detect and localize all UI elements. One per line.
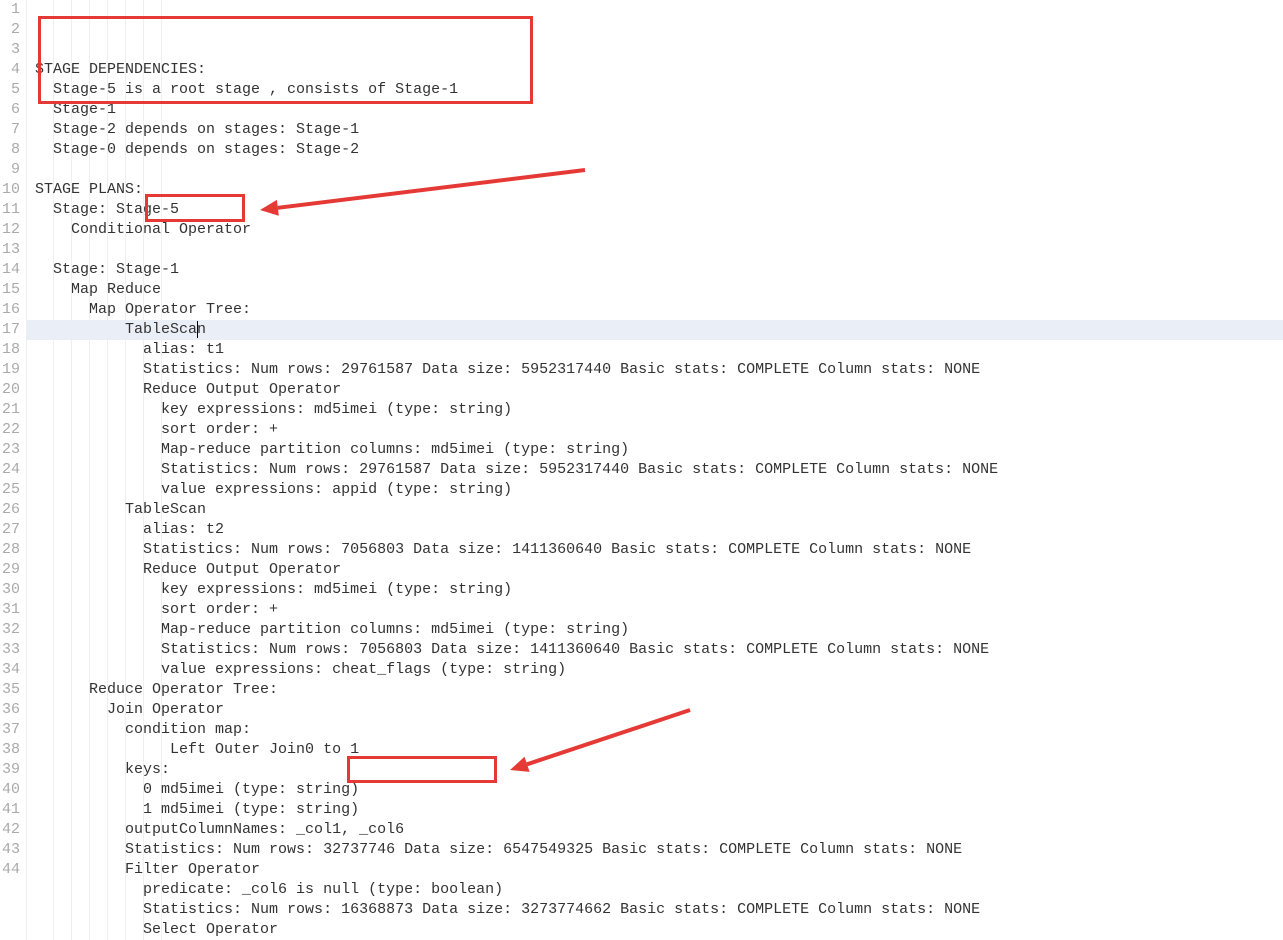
- code-line[interactable]: STAGE PLANS:: [27, 180, 1283, 200]
- code-line[interactable]: predicate: _col6 is null (type: boolean): [27, 880, 1283, 900]
- line-number: 4: [2, 60, 20, 80]
- line-number: 3: [2, 40, 20, 60]
- code-line[interactable]: Reduce Output Operator: [27, 560, 1283, 580]
- line-number: 29: [2, 560, 20, 580]
- line-number: 27: [2, 520, 20, 540]
- line-number: 23: [2, 440, 20, 460]
- line-number: 36: [2, 700, 20, 720]
- code-line[interactable]: Stage: Stage-5: [27, 200, 1283, 220]
- line-number: 42: [2, 820, 20, 840]
- line-number: 30: [2, 580, 20, 600]
- code-line[interactable]: Conditional Operator: [27, 220, 1283, 240]
- line-number: 44: [2, 860, 20, 880]
- line-number: 5: [2, 80, 20, 100]
- code-editor: 1234567891011121314151617181920212223242…: [0, 0, 1283, 940]
- line-number: 6: [2, 100, 20, 120]
- line-number: 43: [2, 840, 20, 860]
- line-number: 24: [2, 460, 20, 480]
- code-line[interactable]: Stage-1: [27, 100, 1283, 120]
- code-line[interactable]: Map Reduce: [27, 280, 1283, 300]
- code-line[interactable]: key expressions: md5imei (type: string): [27, 400, 1283, 420]
- code-line[interactable]: TableScan: [27, 500, 1283, 520]
- line-number: 40: [2, 780, 20, 800]
- code-line[interactable]: Join Operator: [27, 700, 1283, 720]
- code-line[interactable]: Stage: Stage-1: [27, 260, 1283, 280]
- line-number: 11: [2, 200, 20, 220]
- code-line[interactable]: sort order: +: [27, 600, 1283, 620]
- code-line[interactable]: condition map:: [27, 720, 1283, 740]
- line-number: 18: [2, 340, 20, 360]
- line-number: 26: [2, 500, 20, 520]
- code-line[interactable]: Filter Operator: [27, 860, 1283, 880]
- line-number-gutter: 1234567891011121314151617181920212223242…: [0, 0, 27, 940]
- code-line[interactable]: value expressions: appid (type: string): [27, 480, 1283, 500]
- code-line[interactable]: alias: t1: [27, 340, 1283, 360]
- line-number: 35: [2, 680, 20, 700]
- code-line[interactable]: Stage-2 depends on stages: Stage-1: [27, 120, 1283, 140]
- line-number: 17: [2, 320, 20, 340]
- code-line[interactable]: Statistics: Num rows: 7056803 Data size:…: [27, 540, 1283, 560]
- line-number: 28: [2, 540, 20, 560]
- text-caret: [197, 321, 198, 338]
- code-line[interactable]: Stage-0 depends on stages: Stage-2: [27, 140, 1283, 160]
- line-number: 1: [2, 0, 20, 20]
- code-line[interactable]: Statistics: Num rows: 16368873 Data size…: [27, 900, 1283, 920]
- line-number: 25: [2, 480, 20, 500]
- line-number: 9: [2, 160, 20, 180]
- code-line[interactable]: key expressions: md5imei (type: string): [27, 580, 1283, 600]
- code-line[interactable]: Left Outer Join0 to 1: [27, 740, 1283, 760]
- line-number: 15: [2, 280, 20, 300]
- code-line[interactable]: 0 md5imei (type: string): [27, 780, 1283, 800]
- line-number: 16: [2, 300, 20, 320]
- code-line[interactable]: Statistics: Num rows: 32737746 Data size…: [27, 840, 1283, 860]
- line-number: 8: [2, 140, 20, 160]
- line-number: 14: [2, 260, 20, 280]
- line-number: 39: [2, 760, 20, 780]
- line-number: 19: [2, 360, 20, 380]
- code-line[interactable]: Map-reduce partition columns: md5imei (t…: [27, 440, 1283, 460]
- line-number: 41: [2, 800, 20, 820]
- line-number: 20: [2, 380, 20, 400]
- line-number: 2: [2, 20, 20, 40]
- line-number: 7: [2, 120, 20, 140]
- line-number: 10: [2, 180, 20, 200]
- code-area[interactable]: STAGE DEPENDENCIES: Stage-5 is a root st…: [27, 0, 1283, 940]
- code-line[interactable]: STAGE DEPENDENCIES:: [27, 60, 1283, 80]
- code-line[interactable]: [27, 160, 1283, 180]
- code-line[interactable]: 1 md5imei (type: string): [27, 800, 1283, 820]
- code-line[interactable]: outputColumnNames: _col1, _col6: [27, 820, 1283, 840]
- line-number: 22: [2, 420, 20, 440]
- code-line[interactable]: Statistics: Num rows: 29761587 Data size…: [27, 360, 1283, 380]
- code-line[interactable]: sort order: +: [27, 420, 1283, 440]
- code-line[interactable]: Statistics: Num rows: 29761587 Data size…: [27, 460, 1283, 480]
- line-number: 37: [2, 720, 20, 740]
- code-line[interactable]: Reduce Operator Tree:: [27, 680, 1283, 700]
- line-number: 21: [2, 400, 20, 420]
- code-line[interactable]: TableScan: [27, 320, 1283, 340]
- code-line[interactable]: value expressions: cheat_flags (type: st…: [27, 660, 1283, 680]
- code-line[interactable]: Stage-5 is a root stage , consists of St…: [27, 80, 1283, 100]
- code-line[interactable]: Reduce Output Operator: [27, 380, 1283, 400]
- line-number: 33: [2, 640, 20, 660]
- line-number: 13: [2, 240, 20, 260]
- line-number: 32: [2, 620, 20, 640]
- code-line[interactable]: Select Operator: [27, 920, 1283, 940]
- code-line[interactable]: [27, 240, 1283, 260]
- line-number: 12: [2, 220, 20, 240]
- line-number: 38: [2, 740, 20, 760]
- code-line[interactable]: keys:: [27, 760, 1283, 780]
- line-number: 34: [2, 660, 20, 680]
- code-line[interactable]: Map-reduce partition columns: md5imei (t…: [27, 620, 1283, 640]
- code-line[interactable]: Statistics: Num rows: 7056803 Data size:…: [27, 640, 1283, 660]
- code-line[interactable]: Map Operator Tree:: [27, 300, 1283, 320]
- code-line[interactable]: alias: t2: [27, 520, 1283, 540]
- line-number: 31: [2, 600, 20, 620]
